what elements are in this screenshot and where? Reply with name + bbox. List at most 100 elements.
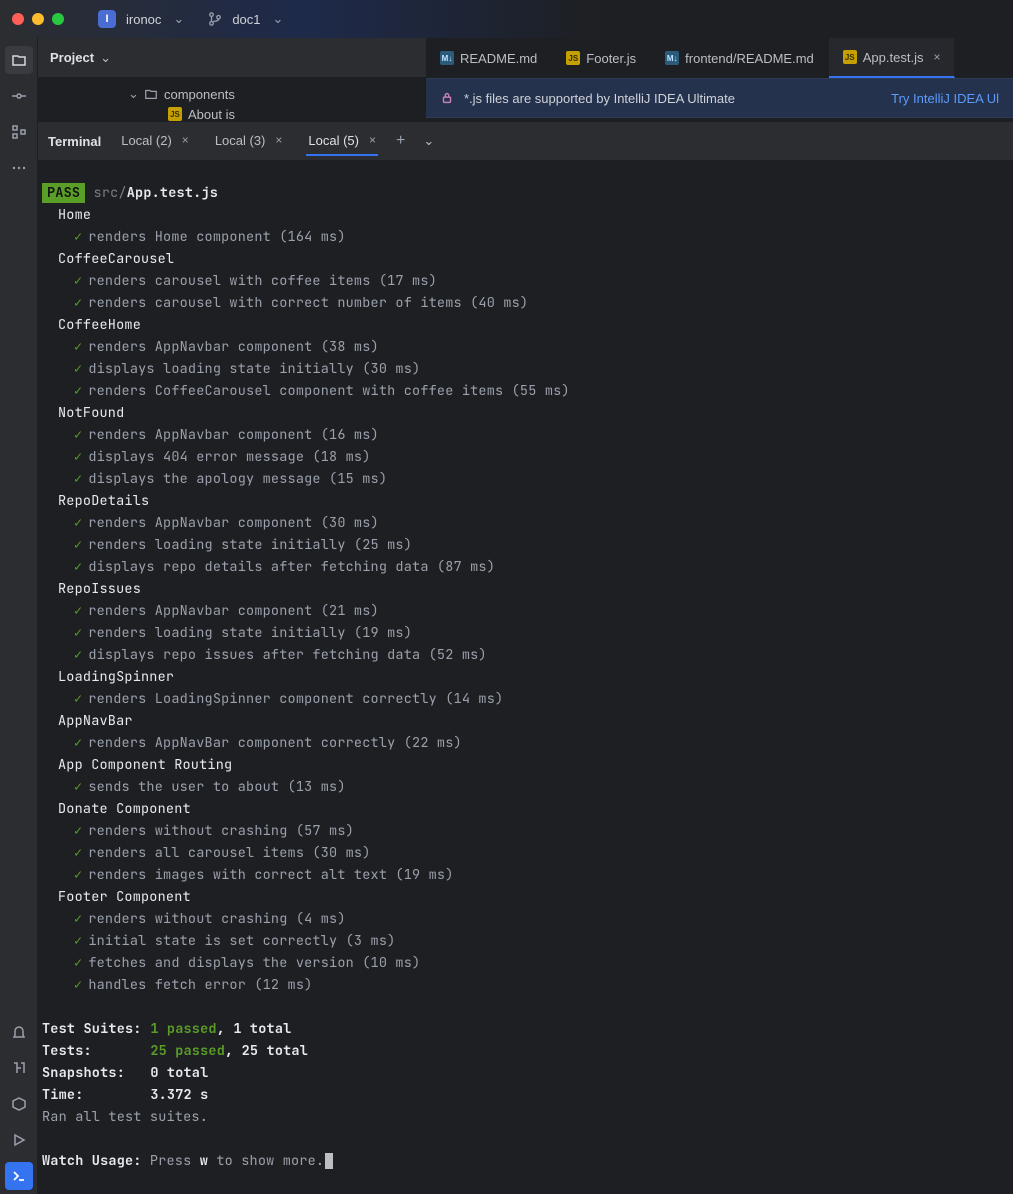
chevron-down-icon[interactable]: ⌄ — [100, 50, 111, 66]
services-tool-button[interactable] — [5, 1090, 33, 1118]
commit-tool-button[interactable] — [5, 82, 33, 110]
test-result-text: displays repo issues after fetching data… — [88, 646, 486, 664]
branch-name[interactable]: doc1 — [232, 12, 260, 27]
check-icon: ✓ — [74, 536, 82, 554]
test-result-text: fetches and displays the version (10 ms) — [88, 954, 420, 972]
notification-text: *.js files are supported by IntelliJ IDE… — [464, 91, 735, 106]
more-tool-button[interactable] — [5, 154, 33, 182]
chevron-down-icon[interactable]: ⌄ — [173, 11, 184, 27]
watch-key: w — [200, 1152, 208, 1170]
test-result-text: displays repo details after fetching dat… — [88, 558, 495, 576]
editor-tab[interactable]: M↓frontend/README.md — [651, 38, 829, 78]
check-icon: ✓ — [74, 602, 82, 620]
js-file-icon: JS — [168, 107, 182, 121]
check-icon: ✓ — [74, 646, 82, 664]
terminal-tab[interactable]: Local (2)× — [119, 127, 191, 156]
chevron-down-icon[interactable]: ⌄ — [423, 133, 434, 149]
summary-tests-label: Tests: — [42, 1040, 142, 1062]
tree-folder-label[interactable]: components — [164, 87, 235, 102]
pass-badge: PASS — [42, 183, 85, 203]
test-result-text: renders without crashing (57 ms) — [88, 822, 354, 840]
test-path-prefix: src/ — [94, 184, 127, 202]
test-result-row: ✓renders all carousel items (30 ms) — [42, 842, 1009, 864]
notifications-tool-button[interactable] — [5, 1018, 33, 1046]
notification-bar: *.js files are supported by IntelliJ IDE… — [426, 78, 1013, 118]
js-file-icon: JS — [566, 51, 580, 65]
editor-tabs: M↓README.md JS Footer.js M↓frontend/README.… — [426, 38, 1013, 78]
test-result-row: ✓ displays repo details after fetching da… — [42, 556, 1009, 578]
test-result-text: renders carousel with correct number of … — [88, 294, 528, 312]
notification-action[interactable]: Try IntelliJ IDEA Ul — [891, 91, 999, 106]
test-result-text: displays loading state initially (30 ms) — [88, 360, 420, 378]
test-result-row: ✓ initial state is set correctly (3 ms) — [42, 930, 1009, 952]
run-tool-button[interactable] — [5, 1126, 33, 1154]
md-file-icon: M↓ — [440, 51, 454, 65]
check-icon: ✓ — [74, 558, 82, 576]
test-suite-name: Home — [42, 204, 1009, 226]
project-name[interactable]: ironoc — [126, 12, 161, 27]
test-suite-name: RepoIssues — [42, 578, 1009, 600]
terminal-tab[interactable]: Local (5)× — [306, 127, 378, 156]
md-file-icon: M↓ — [665, 51, 679, 65]
editor-tab[interactable]: JS Footer.js — [552, 38, 651, 78]
terminal-title: Terminal — [48, 134, 101, 149]
test-result-row: ✓renders without crashing (57 ms) — [42, 820, 1009, 842]
test-result-text: renders AppNavBar component correctly (2… — [88, 734, 462, 752]
lock-icon — [440, 91, 454, 105]
watch-post: to show more. — [208, 1152, 324, 1170]
close-icon[interactable]: × — [933, 50, 940, 64]
test-result-text: displays 404 error message (18 ms) — [88, 448, 370, 466]
summary-ran: Ran all test suites. — [42, 1106, 1009, 1128]
terminal-output[interactable]: PASS src/App.test.js Home✓renders Home c… — [38, 160, 1013, 1194]
close-window-button[interactable] — [12, 13, 24, 25]
summary-tests-total: , 25 total — [225, 1042, 308, 1060]
test-result-text: renders loading state initially (19 ms) — [88, 624, 412, 642]
structure-tool-button[interactable] — [5, 118, 33, 146]
test-result-row: ✓ displays repo issues after fetching dat… — [42, 644, 1009, 666]
js-file-icon: JS — [843, 50, 857, 64]
chevron-down-icon[interactable]: ⌄ — [273, 11, 284, 27]
new-terminal-button[interactable]: + — [396, 132, 405, 150]
build-tool-button[interactable] — [5, 1054, 33, 1082]
test-suite-name: App Component Routing — [42, 754, 1009, 776]
branch-icon[interactable] — [208, 12, 222, 26]
minimize-window-button[interactable] — [32, 13, 44, 25]
test-result-row: ✓ displays 404 error message (18 ms) — [42, 446, 1009, 468]
chevron-down-icon[interactable]: ⌄ — [128, 86, 138, 102]
check-icon: ✓ — [74, 734, 82, 752]
maximize-window-button[interactable] — [52, 13, 64, 25]
tree-file-label[interactable]: About is — [188, 107, 235, 122]
terminal-tab[interactable]: Local (3)× — [213, 127, 285, 156]
test-result-row: ✓renders AppNavbar component (38 ms) — [42, 336, 1009, 358]
check-icon: ✓ — [74, 448, 82, 466]
test-result-row: ✓renders without crashing (4 ms) — [42, 908, 1009, 930]
test-result-text: renders carousel with coffee items (17 m… — [88, 272, 437, 290]
project-panel-title: Project — [50, 50, 94, 65]
test-result-text: initial state is set correctly (3 ms) — [88, 932, 395, 950]
close-icon[interactable]: × — [275, 133, 282, 147]
project-tree[interactable]: ⌄ components JS About is — [38, 78, 426, 122]
editor-tab-label: Footer.js — [586, 51, 636, 66]
editor-tab[interactable]: JSApp.test.js× — [829, 38, 956, 78]
check-icon: ✓ — [74, 624, 82, 642]
close-icon[interactable]: × — [182, 133, 189, 147]
test-result-text: handles fetch error (12 ms) — [88, 976, 312, 994]
test-result-text: sends the user to about (13 ms) — [88, 778, 345, 796]
test-result-row: ✓renders CoffeeCarousel component with c… — [42, 380, 1009, 402]
summary-suites-passed: 1 passed — [150, 1020, 216, 1038]
test-result-row: ✓renders carousel with coffee items (17 … — [42, 270, 1009, 292]
cursor — [325, 1153, 333, 1169]
editor-tab[interactable]: M↓README.md — [426, 38, 552, 78]
summary-snapshots-label: Snapshots: — [42, 1062, 142, 1084]
test-result-text: renders AppNavbar component (30 ms) — [88, 514, 379, 532]
close-icon[interactable]: × — [369, 133, 376, 147]
test-suite-name: CoffeeHome — [42, 314, 1009, 336]
test-suite-name: Footer Component — [42, 886, 1009, 908]
summary-time-label: Time: — [42, 1084, 142, 1106]
check-icon: ✓ — [74, 932, 82, 950]
project-tool-button[interactable] — [5, 46, 33, 74]
test-result-row: ✓displays loading state initially (30 ms… — [42, 358, 1009, 380]
test-suite-name: Donate Component — [42, 798, 1009, 820]
terminal-tool-button[interactable] — [5, 1162, 33, 1190]
test-result-text: renders without crashing (4 ms) — [88, 910, 345, 928]
